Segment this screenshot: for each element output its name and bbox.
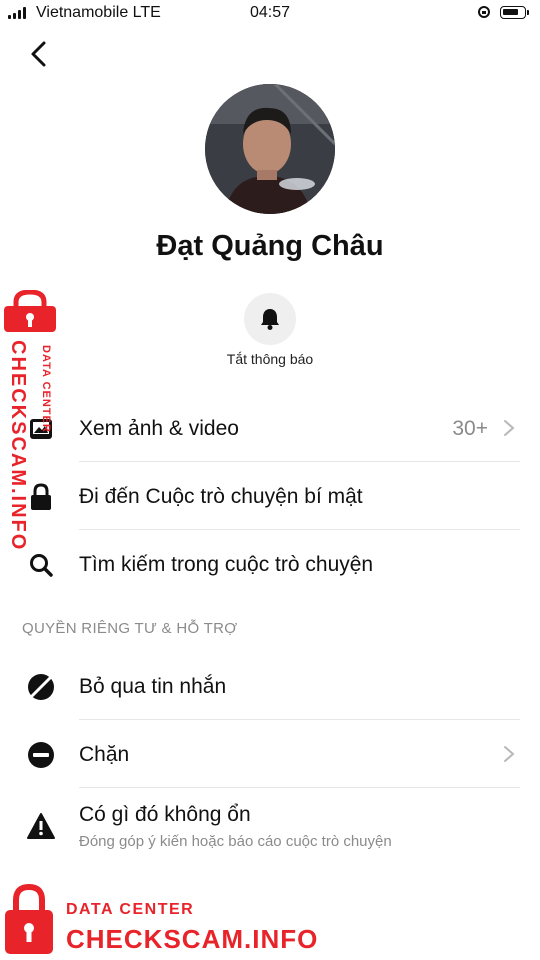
report-problem-label: Có gì đó không ổn bbox=[79, 803, 251, 826]
avatar[interactable] bbox=[205, 84, 335, 214]
profile-name: Đạt Quảng Châu bbox=[156, 230, 384, 262]
chevron-right-icon bbox=[504, 746, 515, 762]
divider bbox=[79, 461, 520, 462]
secret-conversation-row[interactable]: Đi đến Cuộc trò chuyện bí mật bbox=[0, 463, 540, 529]
back-button[interactable] bbox=[22, 36, 58, 72]
search-in-conversation-label: Tìm kiếm trong cuộc trò chuyện bbox=[79, 553, 374, 576]
ignore-icon bbox=[26, 672, 56, 702]
divider bbox=[79, 529, 520, 530]
block-label: Chặn bbox=[79, 743, 130, 766]
warning-icon bbox=[26, 811, 56, 841]
block-row[interactable]: Chặn bbox=[0, 721, 540, 787]
battery-icon bbox=[500, 6, 529, 19]
avatar-photo bbox=[205, 84, 335, 214]
media-count: 30+ bbox=[452, 417, 488, 440]
watermark-side-line2: CHECKSCAM.INFO bbox=[7, 340, 29, 552]
watermark-lock-icon bbox=[5, 884, 53, 954]
chevron-right-icon bbox=[504, 420, 515, 436]
status-bar: Vietnamobile LTE 04:57 bbox=[0, 0, 540, 28]
view-media-row[interactable]: Xem ảnh & video 30+ bbox=[0, 395, 540, 461]
report-problem-sublabel: Đóng góp ý kiến hoặc báo cáo cuộc trò ch… bbox=[79, 833, 392, 850]
status-time: 04:57 bbox=[249, 4, 291, 21]
ignore-messages-label: Bỏ qua tin nhắn bbox=[79, 675, 227, 698]
mute-notifications-label: Tắt thông báo bbox=[226, 351, 314, 367]
bell-icon bbox=[261, 309, 279, 330]
watermark-side-line1: DATA CENTER bbox=[40, 345, 52, 433]
chevron-left-icon bbox=[31, 41, 46, 67]
ignore-messages-row[interactable]: Bỏ qua tin nhắn bbox=[0, 653, 540, 719]
mute-notifications-button[interactable] bbox=[244, 293, 296, 345]
privacy-section-header: QUYỀN RIÊNG TƯ & HỖ TRỢ bbox=[22, 620, 238, 637]
secret-conversation-label: Đi đến Cuộc trò chuyện bí mật bbox=[79, 485, 363, 508]
watermark-bottom-line2: CHECKSCAM.INFO bbox=[66, 924, 319, 954]
view-media-label: Xem ảnh & video bbox=[79, 417, 239, 440]
rotation-lock-icon bbox=[478, 6, 490, 18]
block-icon bbox=[26, 740, 56, 770]
divider bbox=[79, 719, 520, 720]
search-in-conversation-row[interactable]: Tìm kiếm trong cuộc trò chuyện bbox=[0, 531, 540, 597]
watermark-bottom-line1: DATA CENTER bbox=[66, 901, 195, 918]
